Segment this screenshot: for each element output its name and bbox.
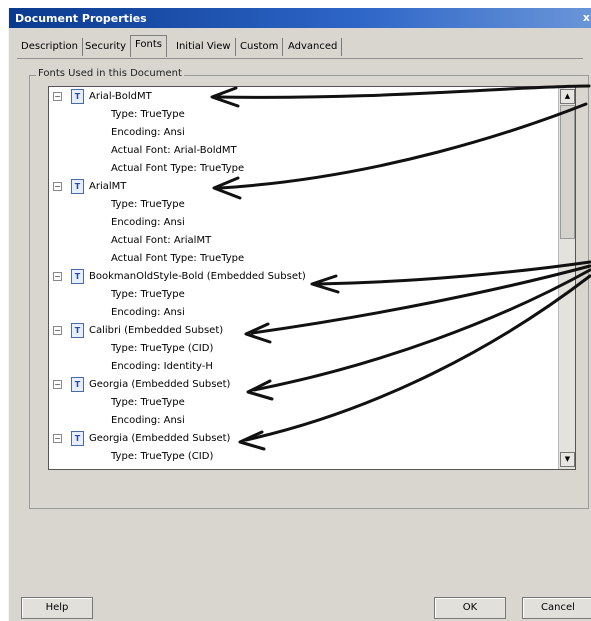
arrow-line xyxy=(244,274,591,442)
arrow-line xyxy=(316,260,591,286)
arrow-head xyxy=(238,430,266,451)
arrow-line xyxy=(216,84,591,99)
arrow-line xyxy=(250,264,591,335)
arrow-line xyxy=(252,268,591,392)
arrow-line xyxy=(218,102,588,190)
annotation-arrows xyxy=(210,84,591,451)
